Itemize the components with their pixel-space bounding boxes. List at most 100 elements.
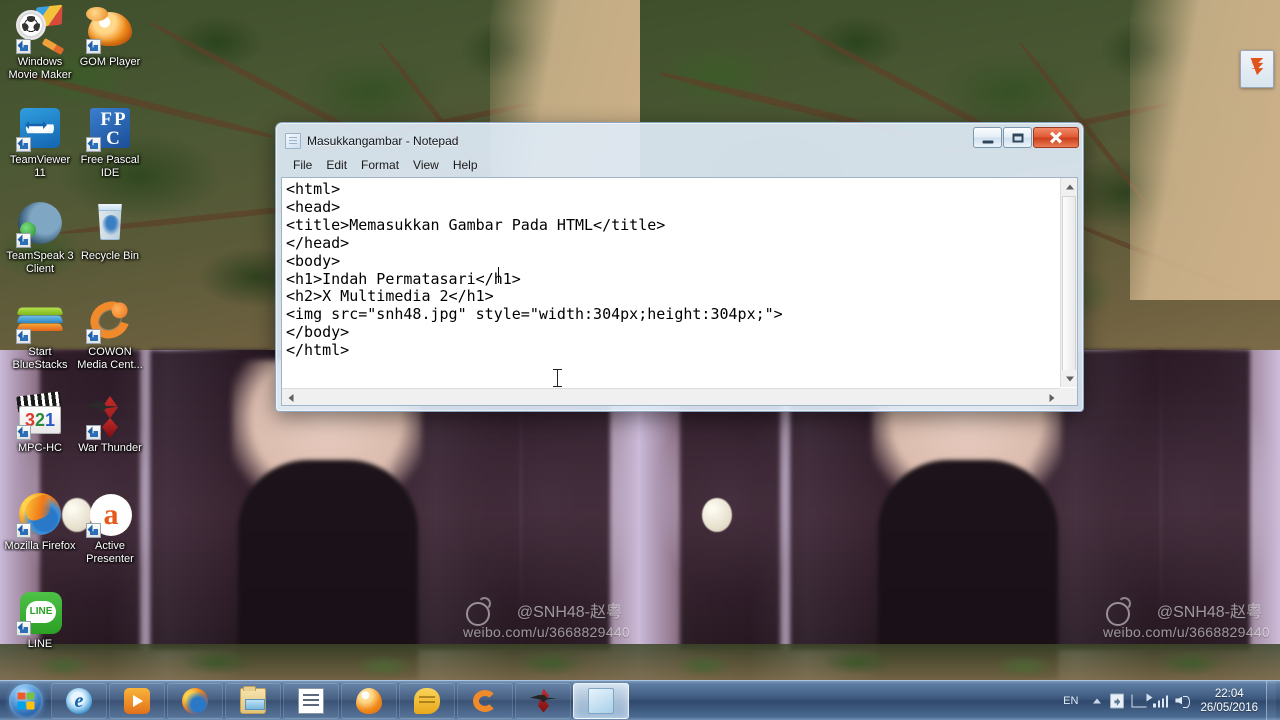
show-hidden-icons-chevron-icon[interactable] [1088,687,1106,715]
maximize-button[interactable] [1003,127,1032,148]
network-flag-icon [1131,693,1153,707]
desktop-icon-teamviewer-11[interactable]: TeamViewer 11 [3,104,77,179]
close-button[interactable] [1033,127,1079,148]
war-thunder-icon [84,392,134,440]
notepad-window-title: Masukkangambar - Notepad [307,134,459,148]
signal-bars-icon [1153,694,1169,707]
taskbar-button-notepad[interactable] [573,682,629,719]
desktop-icon-cowon-media-center[interactable]: COWON Media Cent... [73,294,147,371]
menu-file[interactable]: File [286,156,319,174]
action-center-icon [1110,693,1125,708]
desktop-icon-gom-player[interactable]: GOM Player [73,6,147,69]
line-icon [16,588,64,636]
taskbar-button-internet-explorer[interactable] [51,682,107,719]
mpc-hc-icon: 321 [16,391,64,440]
windows-media-player-icon [124,687,150,714]
menu-edit[interactable]: Edit [319,156,354,174]
volume-icon [1175,694,1191,708]
recycle-bin-icon [86,200,134,248]
start-button[interactable] [2,682,50,720]
desktop-icon-teamspeak-3-client[interactable]: TeamSpeak 3 Client [3,200,77,275]
menu-view[interactable]: View [406,156,446,174]
vertical-scroll-thumb[interactable] [1062,196,1076,376]
shortcut-arrow-icon [86,425,101,440]
clock-time: 22:04 [1214,687,1244,700]
desktop-icon-windows-movie-maker[interactable]: Windows Movie Maker [3,4,77,81]
taskbar-button-text-document[interactable] [283,682,339,719]
teamviewer-icon [16,104,64,152]
clock-date: 26/05/2016 [1200,701,1258,714]
desktop-icon-label: Recycle Bin [80,250,140,262]
system-tray: EN 22:04 26/05/2016 [1053,680,1280,720]
language-indicator[interactable]: EN [1053,695,1088,707]
desktop-icon-recycle-bin[interactable]: Recycle Bin [73,200,147,263]
volume-button[interactable] [1172,687,1194,715]
weibo-logo-icon-2 [1106,597,1131,626]
taskbar-button-war-thunder[interactable] [515,682,571,719]
notepad-icon [588,687,614,714]
menu-help[interactable]: Help [446,156,485,174]
war-thunder-icon [530,688,556,714]
close-icon [1050,131,1062,144]
shortcut-arrow-icon [86,137,101,152]
gom-player-icon [356,687,382,714]
action-center-button[interactable] [1106,687,1128,715]
windows-movie-maker-icon [16,4,65,56]
free-pascal-icon: F PC [86,104,134,152]
folder-icon [240,685,266,714]
download-arrows-icon [1250,58,1264,76]
window-controls [973,127,1079,148]
notepad-titlebar[interactable]: Masukkangambar - Notepad [280,127,1079,155]
desktop-icon-war-thunder[interactable]: War Thunder [73,392,147,455]
notepad-document-icon [285,133,301,149]
taskbar: EN 22:04 26/05/2016 [0,680,1280,720]
taskbar-button-chat-app[interactable] [399,682,455,719]
desktop-icon-mozilla-firefox[interactable]: Mozilla Firefox [3,490,77,553]
taskbar-button-windows-explorer[interactable] [225,682,281,719]
desktop-icon-start-bluestacks[interactable]: Start BlueStacks [3,296,77,371]
chat-bubble-icon [414,687,440,714]
taskbar-button-windows-media-player[interactable] [109,682,165,719]
minimize-button[interactable] [973,127,1002,148]
desktop-icon-active-presenter[interactable]: Active Presenter [73,490,147,565]
taskbar-button-mozilla-firefox[interactable] [167,682,223,719]
notepad-menubar: File Edit Format View Help [280,155,1079,175]
text-document-icon [298,687,324,714]
scroll-left-arrow[interactable] [282,389,299,405]
taskbar-button-cowon-media-center[interactable] [457,682,513,719]
desktop-icon-label: TeamViewer 11 [9,154,71,179]
shortcut-arrow-icon [16,621,31,636]
desktop-icon-free-pascal-ide[interactable]: F PC Free Pascal IDE [73,104,147,179]
desktop-icon-label: LINE [27,638,53,650]
windows-flag-icon [17,692,35,709]
notepad-text-content[interactable]: <html> <head> <title>Memasukkan Gambar P… [282,178,1059,387]
desktop-icon-line[interactable]: LINE [3,588,77,651]
desktop-icon-mpc-hc[interactable]: 321 MPC-HC [3,391,77,455]
clock[interactable]: 22:04 26/05/2016 [1194,687,1266,715]
idm-download-drop-target[interactable] [1240,50,1274,88]
weibo-logo-icon [466,597,491,626]
bluestacks-icon [16,296,64,344]
horizontal-scrollbar[interactable] [282,388,1060,405]
notepad-window[interactable]: Masukkangambar - Notepad File Edit Forma… [275,122,1084,412]
desktop-icon-label: MPC-HC [18,442,62,454]
shortcut-arrow-icon [86,329,101,344]
cowon-icon [83,294,137,346]
desktop-icon-label: COWON Media Cent... [77,346,143,371]
network-button[interactable] [1128,687,1153,715]
show-desktop-button[interactable] [1266,680,1276,720]
internet-explorer-icon [66,687,92,714]
vertical-scrollbar[interactable] [1060,178,1077,387]
wallpaper-wall-2 [1130,0,1280,300]
scroll-up-arrow[interactable] [1061,178,1077,195]
desktop-icon-label: Windows Movie Maker [8,56,72,81]
menu-format[interactable]: Format [354,156,406,174]
notepad-text-area-container[interactable]: <html> <head> <title>Memasukkan Gambar P… [281,177,1078,406]
scroll-down-arrow[interactable] [1061,370,1077,387]
shortcut-arrow-icon [16,523,31,538]
scroll-right-arrow[interactable] [1043,389,1060,405]
shortcut-arrow-icon [86,523,101,538]
taskbar-button-gom-player[interactable] [341,682,397,719]
signal-button[interactable] [1150,687,1172,715]
desktop-icon-label: War Thunder [78,442,142,454]
